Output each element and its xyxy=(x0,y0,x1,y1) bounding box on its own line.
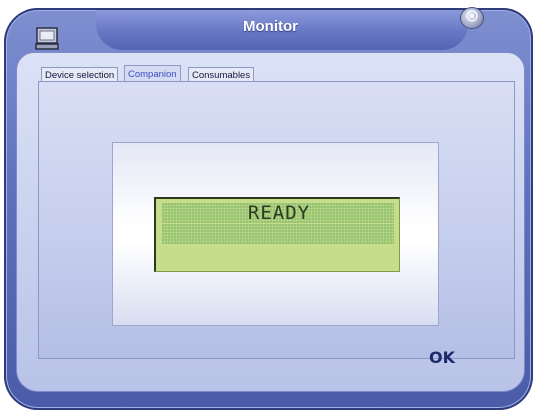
close-button[interactable] xyxy=(460,7,484,29)
tab-companion[interactable]: Companion xyxy=(124,65,181,82)
close-icon xyxy=(466,9,478,27)
monitor-icon xyxy=(34,27,60,51)
lcd-display: READY xyxy=(154,197,400,272)
tab-device-selection[interactable]: Device selection xyxy=(41,67,119,82)
ok-button[interactable]: OK xyxy=(425,346,459,368)
tab-consumables[interactable]: Consumables xyxy=(188,67,255,82)
lcd-status-text: READY xyxy=(247,202,311,224)
lcd-row-2 xyxy=(162,224,394,244)
